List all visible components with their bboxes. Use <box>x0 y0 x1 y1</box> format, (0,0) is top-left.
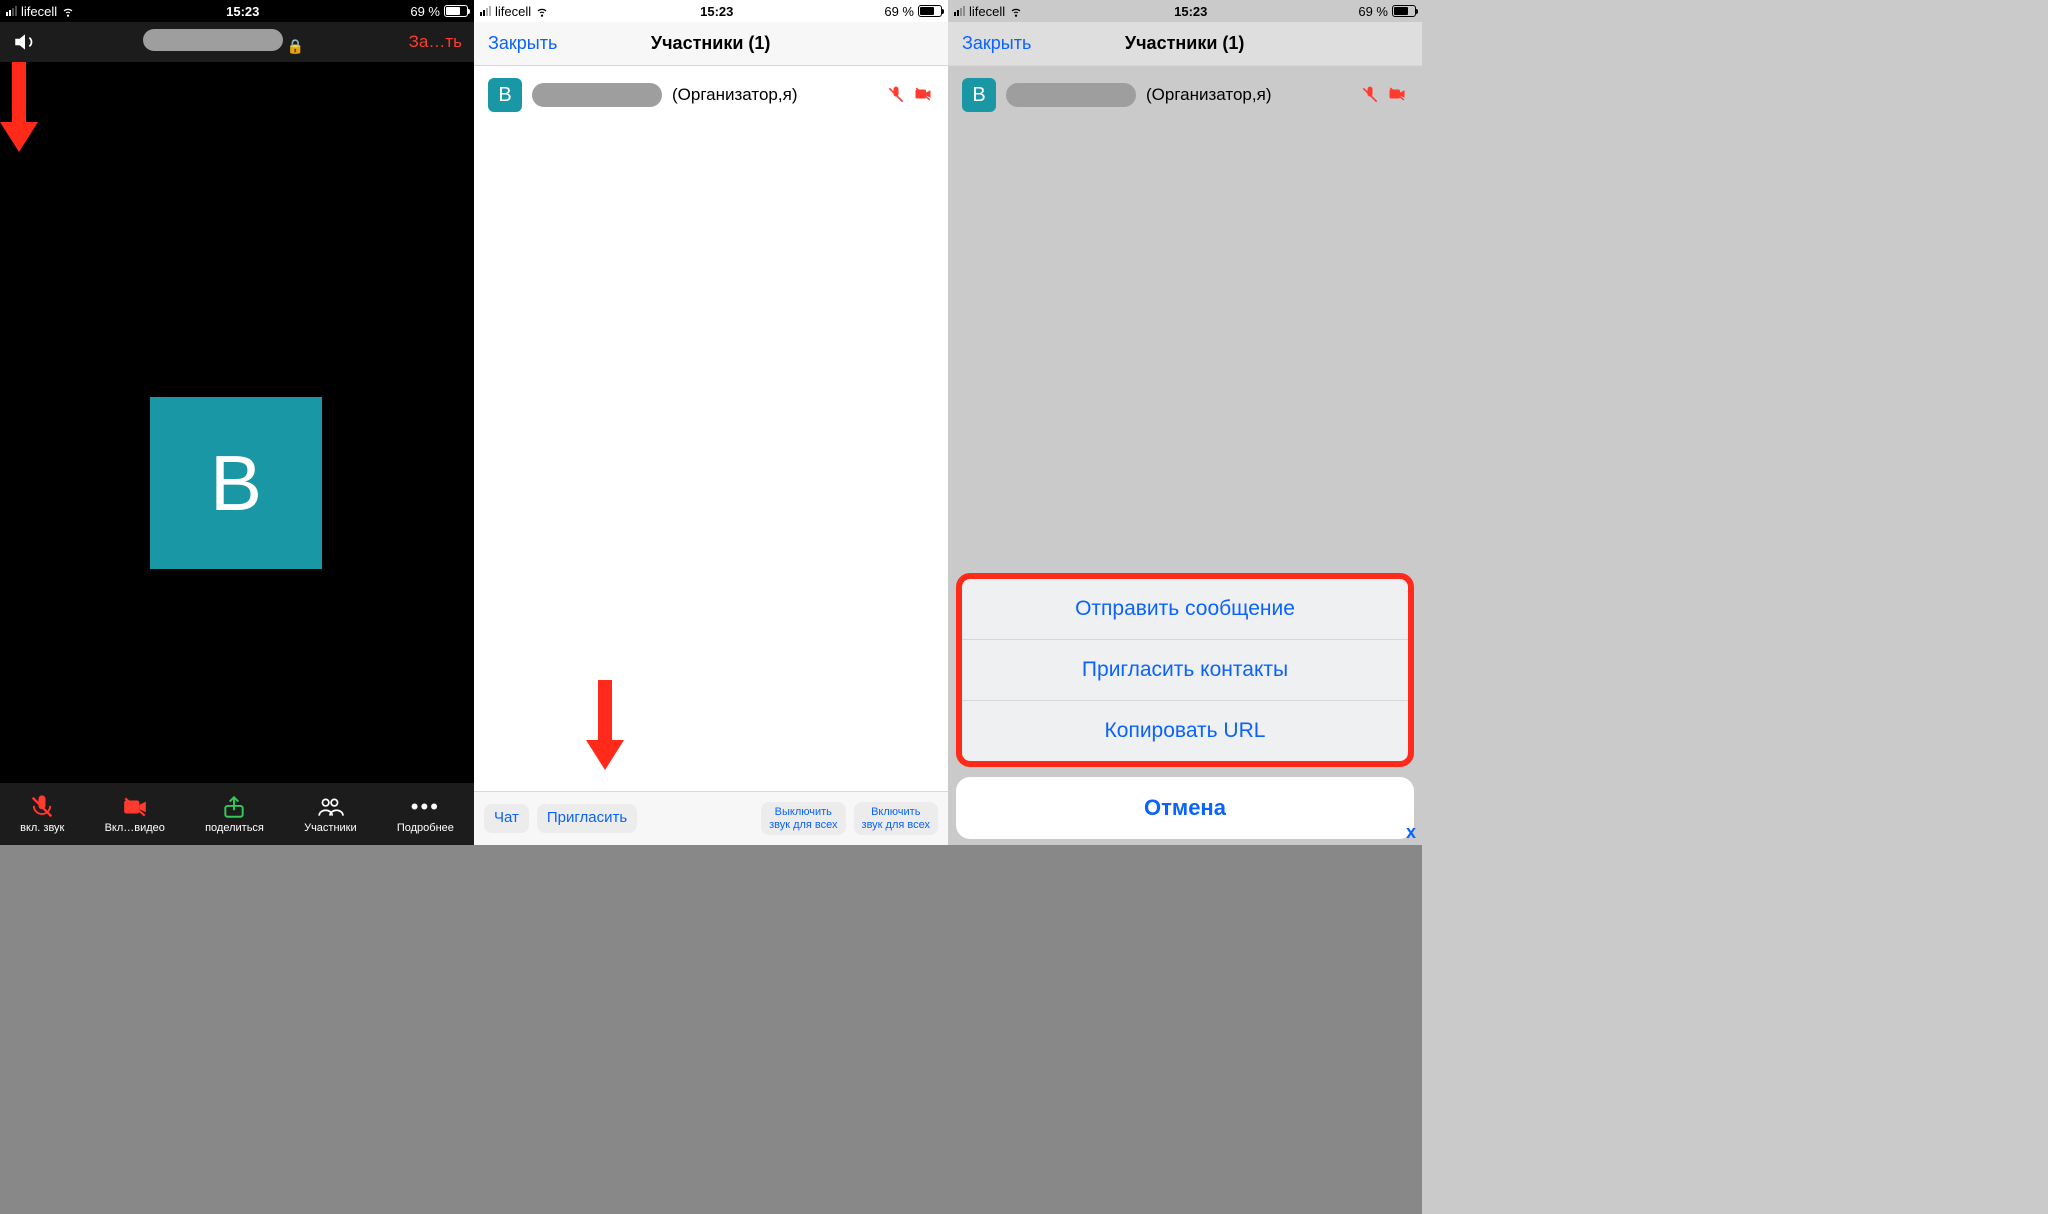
mic-muted-icon <box>1360 85 1380 105</box>
screen-participants: lifecell 15:23 69 % Закрыть Участники (1… <box>474 0 948 845</box>
participant-name-redacted <box>532 83 662 107</box>
more-icon: ••• <box>411 794 440 820</box>
call-header: 🔒 За…ть <box>0 22 474 62</box>
invite-contacts-option[interactable]: Пригласить контакты <box>962 639 1408 700</box>
sheet-cancel-button[interactable]: Отмена <box>956 777 1414 839</box>
participant-row[interactable]: В (Организатор,я) <box>948 66 1422 124</box>
chat-button[interactable]: Чат <box>484 804 529 833</box>
meeting-title-redacted: 🔒 <box>143 29 304 56</box>
close-button[interactable]: Закрыть <box>962 33 1031 54</box>
speaker-icon[interactable] <box>12 29 38 55</box>
participants-footer: Чат Пригласить Выключить звук для всех В… <box>474 791 948 845</box>
screen-in-call: lifecell 15:23 69 % 🔒 За…ть В вкл. звук <box>0 0 474 845</box>
video-area: В <box>0 62 474 762</box>
signal-icon <box>954 6 965 16</box>
invite-button[interactable]: Пригласить <box>537 804 637 833</box>
page-title: Участники (1) <box>651 33 771 54</box>
page-title: Участники (1) <box>1125 33 1245 54</box>
status-time: 15:23 <box>226 4 259 19</box>
battery-icon <box>444 5 468 17</box>
camera-off-icon <box>912 85 934 105</box>
battery-icon <box>918 5 942 17</box>
battery-icon <box>1392 5 1416 17</box>
mute-all-button[interactable]: Выключить звук для всех <box>761 802 845 834</box>
annotation-arrow-icon <box>0 62 38 152</box>
share-button[interactable]: поделиться <box>205 794 264 834</box>
camera-off-icon <box>1386 85 1408 105</box>
wifi-icon <box>61 4 75 18</box>
carrier-label: lifecell <box>969 4 1005 19</box>
toggle-audio-button[interactable]: вкл. звук <box>20 794 64 834</box>
navbar: Закрыть Участники (1) <box>948 22 1422 66</box>
close-x-icon[interactable]: х <box>1406 822 1416 843</box>
screen-invite-sheet: lifecell 15:23 69 % Закрыть Участники (1… <box>948 0 1422 845</box>
sheet-options-group: Отправить сообщение Пригласить контакты … <box>956 573 1414 767</box>
wifi-icon <box>535 4 549 18</box>
participant-name-redacted <box>1006 83 1136 107</box>
signal-icon <box>480 6 491 16</box>
signal-icon <box>6 6 17 16</box>
status-time: 15:23 <box>1174 4 1207 19</box>
avatar-letter: В <box>972 84 985 107</box>
more-label: Подробнее <box>397 822 454 834</box>
battery-pct: 69 % <box>410 4 440 19</box>
send-message-option[interactable]: Отправить сообщение <box>962 579 1408 639</box>
end-call-button[interactable]: За…ть <box>409 32 462 52</box>
avatar-letter: В <box>498 84 511 107</box>
canvas-filler <box>1422 0 2048 1214</box>
close-button[interactable]: Закрыть <box>488 33 557 54</box>
carrier-label: lifecell <box>21 4 57 19</box>
audio-label: вкл. звук <box>20 822 64 834</box>
status-bar: lifecell 15:23 69 % <box>0 0 474 22</box>
unmute-all-button[interactable]: Включить звук для всех <box>854 802 938 834</box>
video-label: Вкл…видео <box>105 822 165 834</box>
wifi-icon <box>1009 4 1023 18</box>
participants-icon <box>315 794 345 820</box>
battery-pct: 69 % <box>1358 4 1388 19</box>
more-button[interactable]: ••• Подробнее <box>397 794 454 834</box>
invite-action-sheet: Отправить сообщение Пригласить контакты … <box>956 573 1414 839</box>
carrier-label: lifecell <box>495 4 531 19</box>
participant-role: (Организатор,я) <box>1146 85 1271 105</box>
mic-muted-icon <box>886 85 906 105</box>
participant-role: (Организатор,я) <box>672 85 797 105</box>
call-toolbar: вкл. звук Вкл…видео поделиться Участники… <box>0 783 474 845</box>
participants-label: Участники <box>304 822 357 834</box>
share-icon <box>221 794 247 820</box>
annotation-arrow-icon <box>586 680 624 770</box>
camera-off-icon <box>120 794 150 820</box>
status-bar: lifecell 15:23 69 % <box>948 0 1422 22</box>
toggle-video-button[interactable]: Вкл…видео <box>105 794 165 834</box>
navbar: Закрыть Участники (1) <box>474 22 948 66</box>
status-time: 15:23 <box>700 4 733 19</box>
participant-avatar: В <box>962 78 996 112</box>
lock-icon: 🔒 <box>287 38 304 54</box>
participant-avatar: В <box>488 78 522 112</box>
user-avatar: В <box>150 397 322 569</box>
share-label: поделиться <box>205 822 264 834</box>
avatar-letter: В <box>210 438 262 529</box>
battery-pct: 69 % <box>884 4 914 19</box>
participant-row[interactable]: В (Организатор,я) <box>474 66 948 124</box>
status-bar: lifecell 15:23 69 % <box>474 0 948 22</box>
participants-button[interactable]: Участники <box>304 794 357 834</box>
copy-url-option[interactable]: Копировать URL <box>962 700 1408 761</box>
mic-muted-icon <box>28 794 56 820</box>
